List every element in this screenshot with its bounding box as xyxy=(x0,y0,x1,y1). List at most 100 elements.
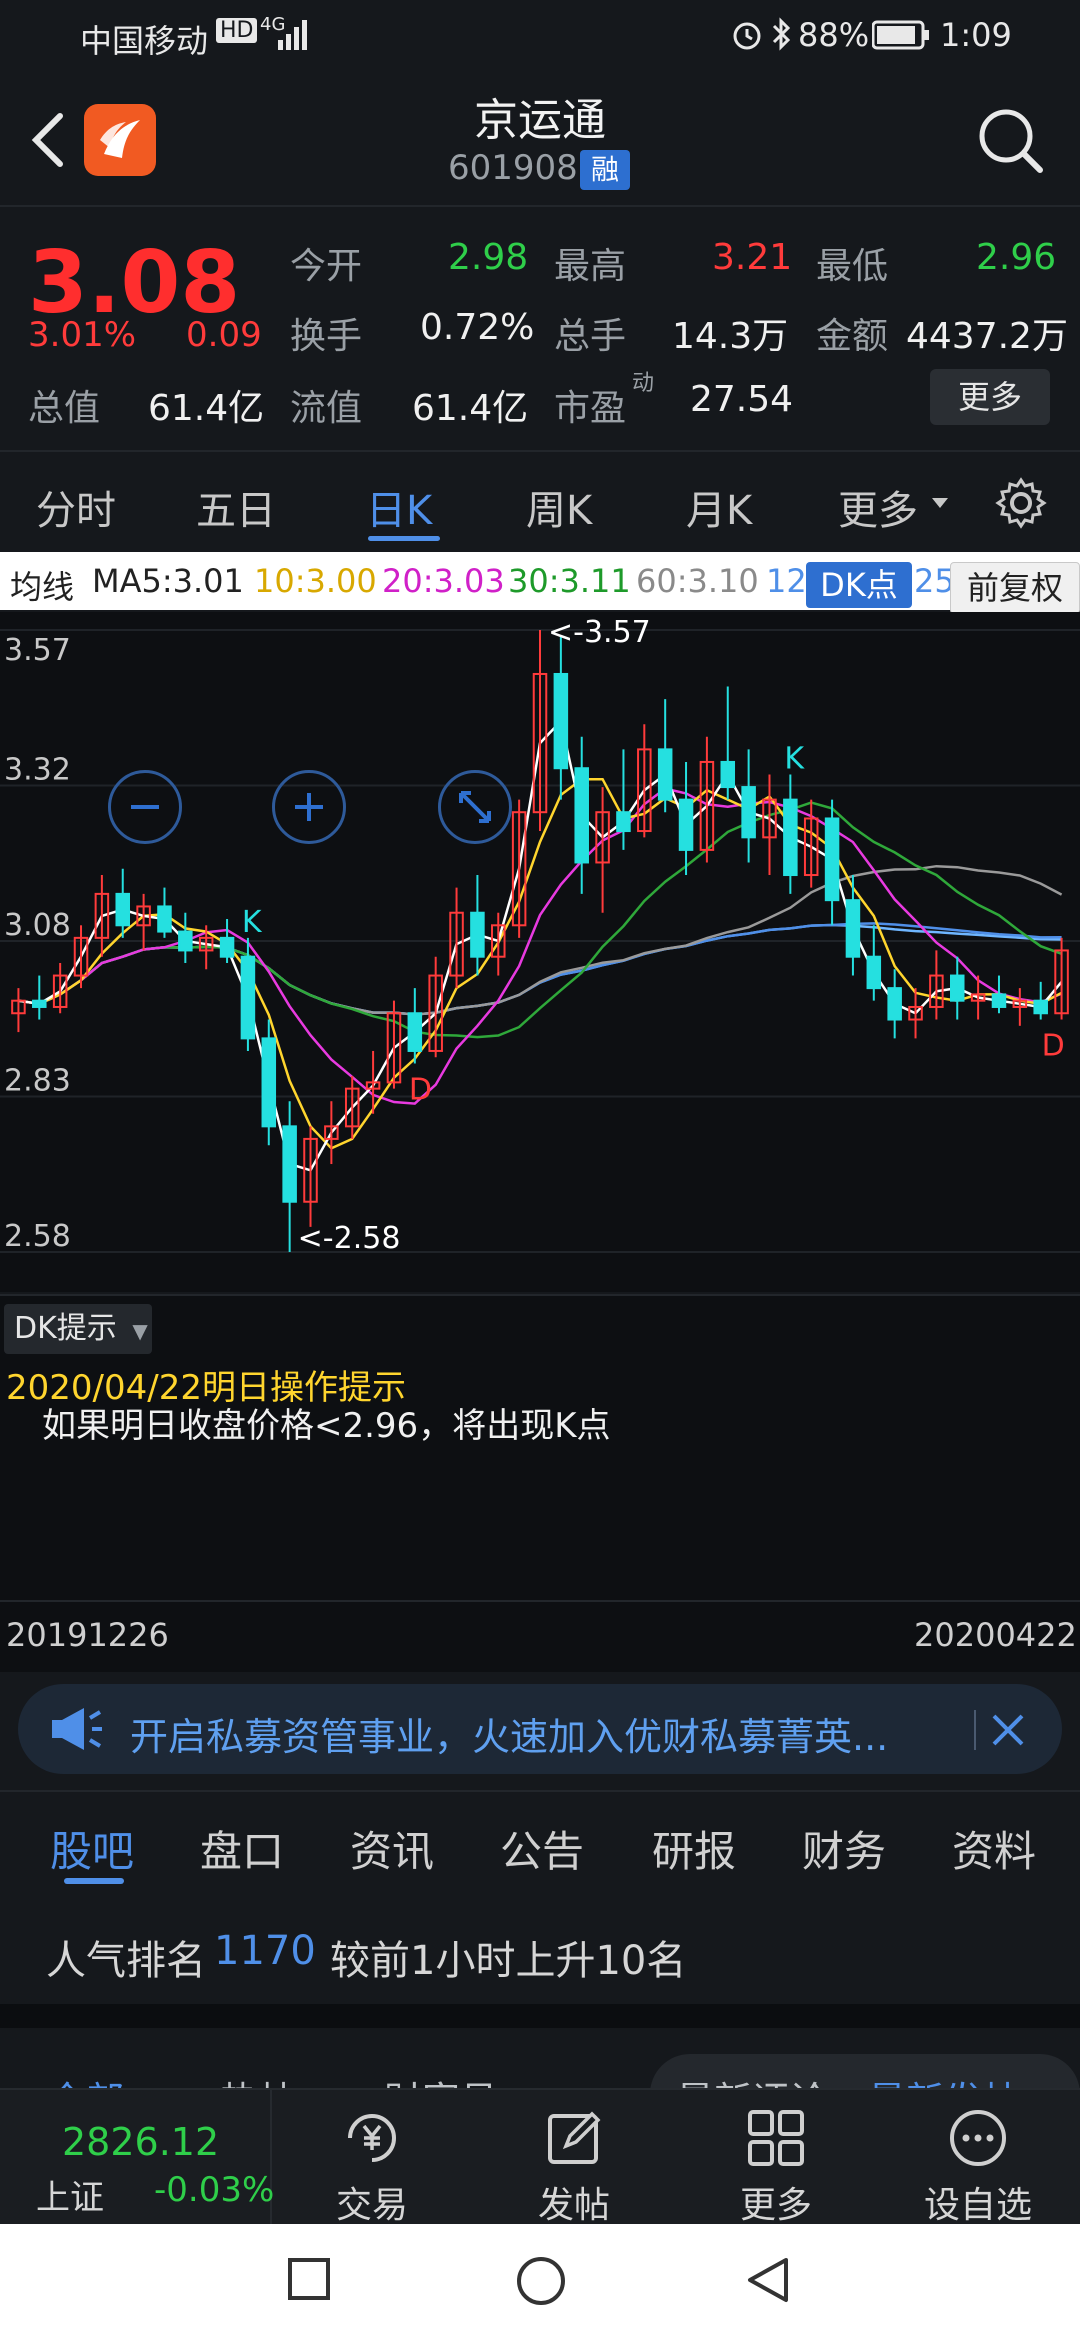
kline-svg: 3.57 3.32 3.08 2.83 2.58 <-3.57 <-2.58 K D K D xyxy=(0,615,1080,1256)
zoom-in-button[interactable] xyxy=(272,770,346,844)
tab-timeshare[interactable]: 分时 xyxy=(36,478,116,536)
tab-research[interactable]: 研报 xyxy=(652,1818,736,1879)
nav-post[interactable]: 发帖 xyxy=(474,2090,674,2226)
grid-icon xyxy=(748,2110,804,2166)
tab-weekly-k[interactable]: 周K xyxy=(526,478,592,536)
candle-body xyxy=(657,748,673,801)
tab-monthly-k[interactable]: 月K xyxy=(686,478,752,536)
y-tick-label: 3.57 xyxy=(4,633,71,668)
margin-badge: 融 xyxy=(580,150,630,190)
subtab-latest-comment[interactable]: 最新评论 xyxy=(676,2070,828,2088)
chevron-down-icon xyxy=(932,498,948,508)
recent-apps-icon[interactable] xyxy=(284,2254,334,2304)
candle-body xyxy=(1033,999,1048,1015)
battery-percent: 88% xyxy=(798,16,870,54)
back-triangle-icon[interactable] xyxy=(742,2254,794,2306)
kline-chart[interactable]: 3.57 3.32 3.08 2.83 2.58 <-3.57 <-2.58 K D K D xyxy=(0,612,1080,1292)
k-point-marker: K xyxy=(784,742,805,777)
y-tick-label: 2.58 xyxy=(4,1219,71,1254)
quote-more-button[interactable]: 更多 xyxy=(930,369,1050,425)
search-icon[interactable] xyxy=(976,106,1046,176)
candle-body xyxy=(824,817,840,902)
ma30-value: 30:3.11 xyxy=(508,562,631,600)
dk-hint-select[interactable]: DK提示 ▼ xyxy=(4,1304,152,1354)
nav-trade[interactable]: 交易 xyxy=(272,2090,472,2226)
candle-body xyxy=(157,905,172,933)
ma250-line xyxy=(18,923,1062,1016)
subtab-fortune[interactable]: 财富号 xyxy=(384,2070,498,2088)
nav-add-watchlist-label: 设自选 xyxy=(923,2185,1032,2226)
tab-more[interactable]: 更多 xyxy=(838,478,918,536)
promo-divider xyxy=(974,1710,976,1750)
battery-icon xyxy=(872,20,929,50)
open-label: 今开 xyxy=(290,246,363,287)
stock-header: 京运通 601908 融 xyxy=(0,70,1080,207)
ma-legend: 均线 MA5:3.01 10:3.00 20:3.03 30:3.11 60:3… xyxy=(0,552,1080,614)
amount-label: 金额 xyxy=(816,316,889,357)
volume-label: 总手 xyxy=(554,316,627,357)
zoom-out-button[interactable] xyxy=(108,770,182,844)
high-label: 最高 xyxy=(554,246,627,287)
info-tabs: 股吧 盘口 资讯 公告 研报 财务 资料 xyxy=(0,1790,1080,1896)
nav-add-watchlist[interactable]: 设自选 xyxy=(878,2090,1078,2226)
bluetooth-icon xyxy=(772,17,791,51)
rank-value: 1170 xyxy=(214,1928,316,1974)
tab-announcements[interactable]: 公告 xyxy=(500,1818,584,1879)
ma60-value: 60:3.10 xyxy=(636,562,759,600)
y-tick-label: 3.32 xyxy=(4,753,71,788)
promo-banner[interactable]: 开启私募资管事业，火速加入优财私募菁英... xyxy=(18,1684,1062,1774)
low-value: 2.96 xyxy=(976,237,1057,278)
chart-end-date: 20200422 xyxy=(914,1616,1077,1654)
dk-point-button[interactable]: DK点 xyxy=(806,562,912,608)
minus-icon xyxy=(131,805,159,809)
edit-pencil-icon xyxy=(548,2111,601,2164)
tab-five-day[interactable]: 五日 xyxy=(196,478,276,536)
k-point-marker: K xyxy=(242,905,263,940)
nav-post-label: 发帖 xyxy=(537,2185,610,2226)
nav-more[interactable]: 更多 xyxy=(676,2090,876,2226)
signal-icon xyxy=(278,20,307,50)
candle-body xyxy=(115,892,131,927)
ma20-value: 20:3.03 xyxy=(382,562,505,600)
quote-panel: 3.08 3.01% 0.09 总值 61.4亿 今开 2.98 最高 3.21… xyxy=(0,207,1080,447)
tab-pankou[interactable]: 盘口 xyxy=(200,1818,284,1879)
float-value: 61.4亿 xyxy=(412,388,529,429)
chart-period-tabs: 分时 五日 日K 周K 月K 更多 xyxy=(0,450,1080,554)
expand-icon xyxy=(459,791,491,823)
home-icon[interactable] xyxy=(514,2254,568,2308)
tab-profile[interactable]: 资料 xyxy=(952,1818,1036,1879)
chart-start-date: 20191226 xyxy=(6,1616,169,1654)
change-percent: 3.01% xyxy=(28,315,137,355)
tab-guba[interactable]: 股吧 xyxy=(50,1818,134,1879)
index-change: -0.03% xyxy=(154,2170,275,2210)
adjust-button[interactable]: 前复权 xyxy=(950,562,1080,614)
ma250-value: 25 xyxy=(914,562,955,600)
post-filter-tabs: 全部 热帖 财富号 最新评论 最新发帖 xyxy=(0,2028,1080,2088)
settings-gear-icon[interactable] xyxy=(994,476,1048,530)
pe-value: 27.54 xyxy=(690,379,794,420)
fullscreen-button[interactable] xyxy=(438,770,512,844)
tab-finance[interactable]: 财务 xyxy=(802,1818,886,1879)
y-tick-label: 3.08 xyxy=(4,908,71,943)
dk-hint-panel: DK提示 ▼ 2020/04/22明日操作提示 如果明日收盘价格<2.96，将出… xyxy=(0,1294,1080,1602)
d-point-marker: D xyxy=(1042,1029,1065,1064)
pe-label: 市盈 xyxy=(554,388,627,429)
popularity-rank: 人气排名 1170 较前1小时上升10名 xyxy=(0,1894,1080,2004)
ma120-value: 12 xyxy=(766,562,807,600)
candle-body xyxy=(887,987,902,1021)
nav-more-label: 更多 xyxy=(739,2185,812,2226)
close-icon[interactable] xyxy=(986,1708,1030,1752)
index-widget[interactable]: 2826.12 上证 -0.03% xyxy=(0,2090,275,2226)
candle-body xyxy=(741,786,756,839)
tab-news[interactable]: 资讯 xyxy=(350,1818,434,1879)
candle-body xyxy=(261,1037,277,1128)
subtab-latest-post[interactable]: 最新发帖 xyxy=(868,2070,1020,2088)
high-value: 3.21 xyxy=(712,237,793,278)
candle-body xyxy=(616,811,631,833)
ma-legend-label: 均线 xyxy=(10,568,75,606)
subtab-hot[interactable]: 热帖 xyxy=(220,2070,296,2088)
hd-badge: HD xyxy=(216,18,258,43)
tab-daily-k[interactable]: 日K xyxy=(366,478,432,536)
subtab-all[interactable]: 全部 xyxy=(48,2070,124,2088)
mktcap-value: 61.4亿 xyxy=(148,388,265,429)
